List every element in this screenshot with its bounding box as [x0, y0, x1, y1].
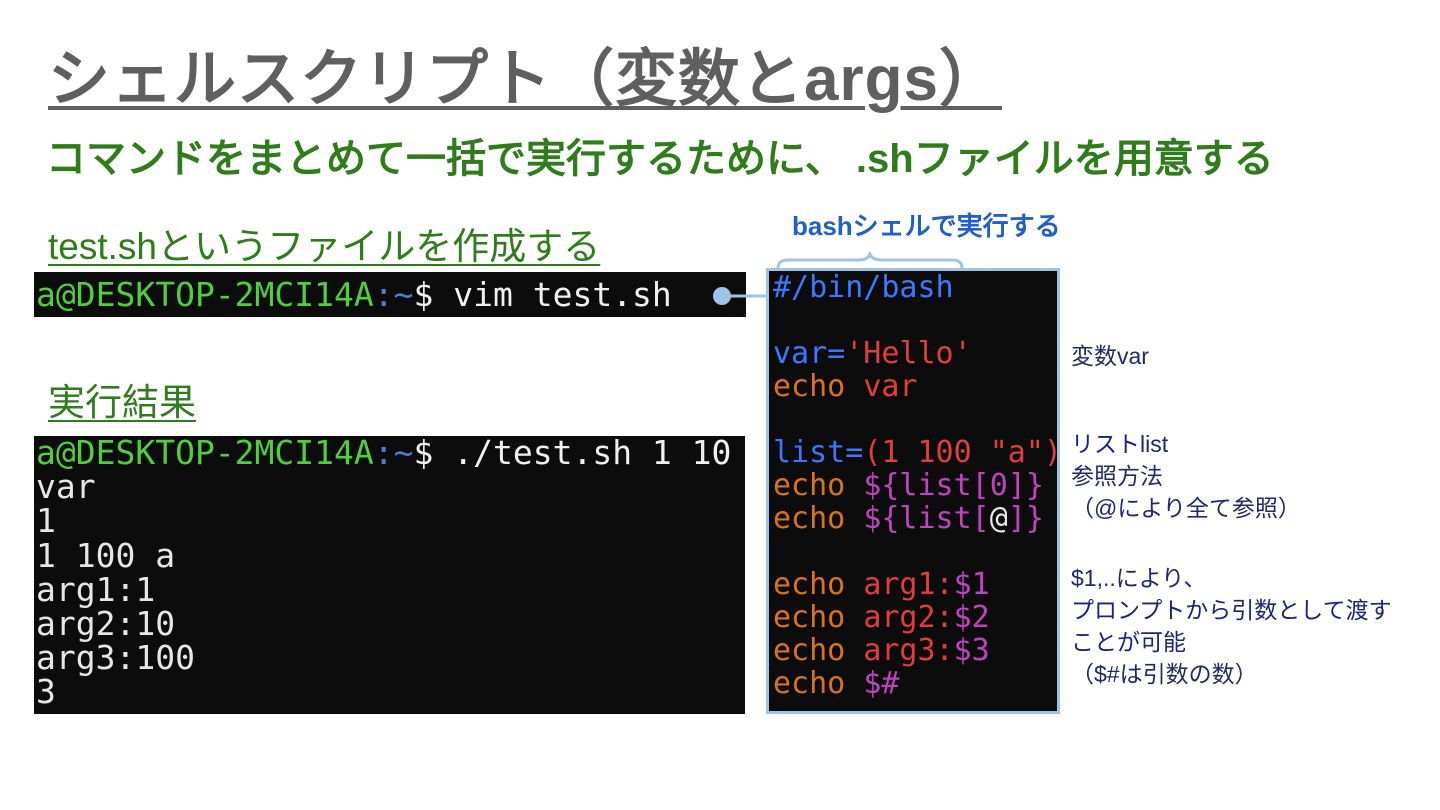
terminal-command-text: $ vim test.sh [413, 275, 672, 314]
note-line: プロンプトから引数として渡す [1071, 597, 1392, 623]
connector-dot [713, 287, 731, 305]
bash-label: bashシェルで実行する [792, 211, 1061, 241]
note-line: 参照方法 [1071, 463, 1163, 489]
note-line: $1,..により、 [1071, 565, 1207, 591]
terminal-command: a@DESKTOP-2MCI14A:~$ vim test.sh [34, 272, 746, 317]
output-line: 3 [36, 672, 56, 712]
output-line: arg1:1 [36, 569, 156, 609]
section-result: 実行結果 [48, 382, 196, 423]
note-line: （$#は引数の数） [1071, 661, 1258, 687]
note-list: リストlist 参照方法 （@により全て参照） [1071, 428, 1301, 524]
slide-title: シェルスクリプト（変数とargs） [48, 45, 1002, 114]
output-line: arg2:10 [36, 604, 176, 644]
terminal-prompt: a@DESKTOP-2MCI14A [36, 275, 374, 314]
slide-subtitle: コマンドをまとめて一括で実行するために、 .shファイルを用意する [46, 137, 1274, 181]
section-create-file: test.shというファイルを作成する [48, 226, 601, 267]
output-line: var [36, 467, 96, 507]
terminal-tilde: :~ [373, 436, 414, 472]
note-line: ことが可能 [1071, 629, 1186, 655]
connector-line [713, 287, 768, 305]
note-line: リストlist [1071, 431, 1169, 457]
terminal-tilde: :~ [373, 275, 414, 314]
terminal-command-text: $ ./test.sh 1 10 100 [413, 436, 732, 472]
output-line: 1 [36, 501, 56, 541]
note-line: 変数var [1071, 343, 1149, 369]
note-line: （@により全て参照） [1071, 495, 1301, 521]
output-line: 1 100 a [36, 535, 176, 575]
terminal-output: a@DESKTOP-2MCI14A:~$ ./test.sh 1 10 100 … [34, 436, 745, 714]
script-frame [766, 268, 1060, 714]
note-var: 変数var [1071, 340, 1149, 372]
output-line: arg3:100 [36, 638, 195, 678]
note-args: $1,..により、 プロンプトから引数として渡す ことが可能 （$#は引数の数） [1071, 562, 1392, 690]
